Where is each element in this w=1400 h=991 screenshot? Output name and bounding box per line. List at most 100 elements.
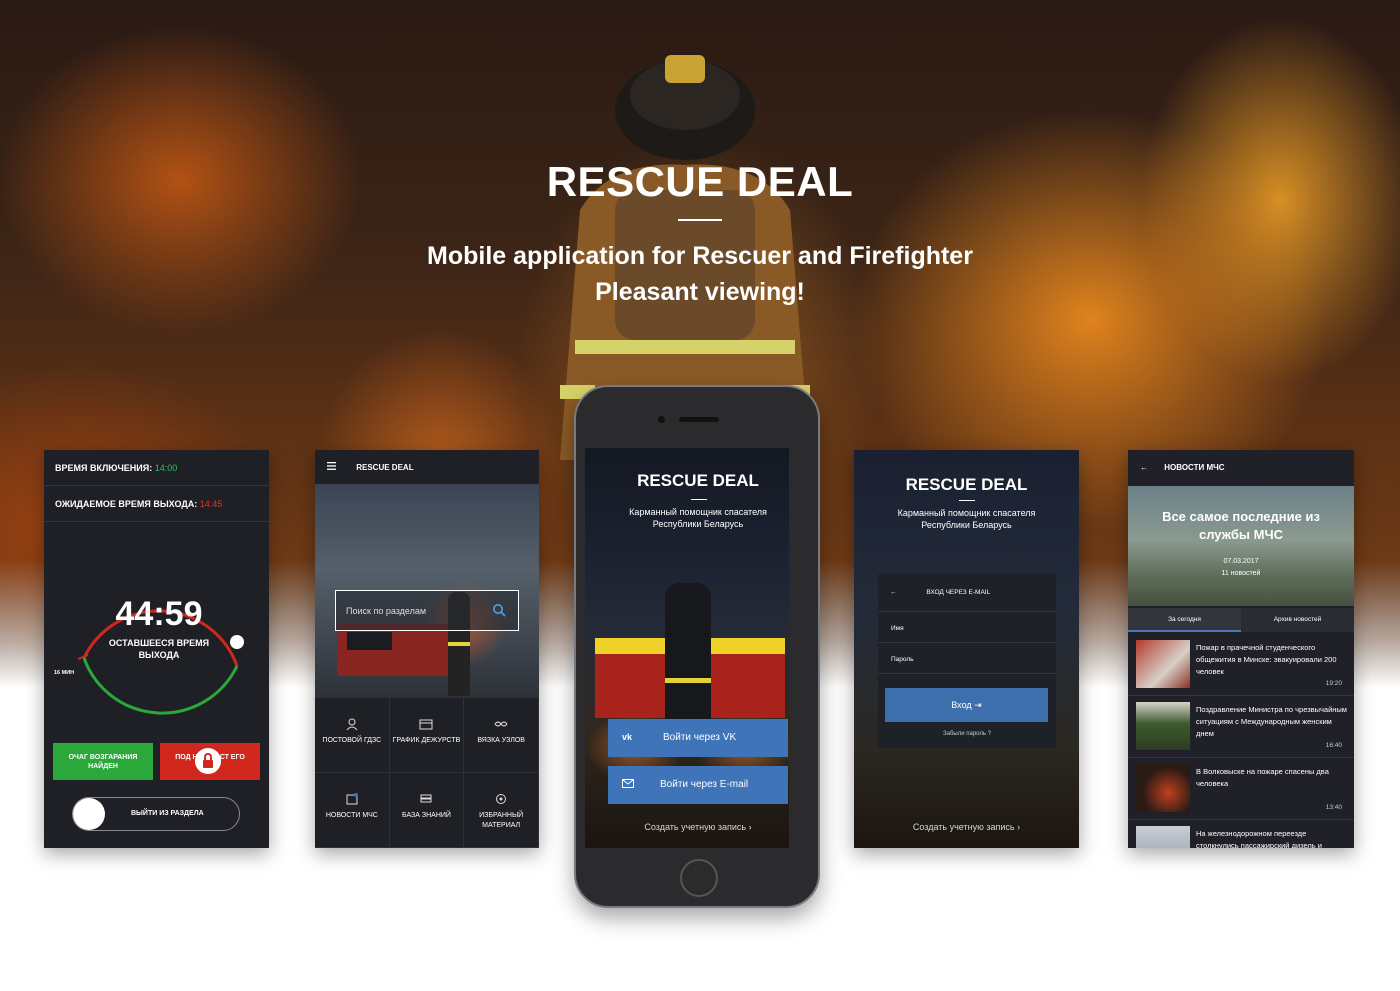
news-tabs: За сегодня Архив новостей bbox=[1128, 608, 1354, 632]
menu-screen: RESCUE DEAL Поиск по разделам ПОСТОВОЙ Г… bbox=[315, 450, 539, 848]
news-thumbnail bbox=[1136, 640, 1190, 688]
name-field[interactable]: Имя bbox=[878, 612, 1056, 643]
news-thumbnail bbox=[1136, 702, 1190, 750]
truck-image bbox=[337, 624, 457, 676]
menu-item-news[interactable]: НОВОСТИ МЧС bbox=[315, 773, 390, 848]
enter-icon: ⇥ bbox=[974, 700, 982, 710]
login-submit-button[interactable]: Вход ⇥ bbox=[885, 688, 1048, 722]
create-account-label: Создать учетную запись bbox=[912, 822, 1015, 832]
login-email-label: Войти через E-mail bbox=[660, 779, 749, 790]
menu-item-schedule[interactable]: ГРАФИК ДЕЖУРСТВ bbox=[389, 698, 465, 773]
login-app-title: RESCUE DEAL bbox=[905, 475, 1028, 494]
password-field-label: Пароль bbox=[891, 656, 914, 663]
menu-item-gdzs[interactable]: ПОСТОВОЙ ГДЗС bbox=[315, 698, 390, 773]
banner-date: 07.03.2017 bbox=[1223, 558, 1259, 565]
menu-item-label: ИЗБРАННЫЙ МАТЕРИАЛ bbox=[479, 812, 524, 829]
news-item-text: В Волковыске на пожаре спасены два челов… bbox=[1196, 767, 1329, 788]
exit-time-row: ОЖИДАЕМОЕ ВРЕМЯ ВЫХОДА: 14:45 bbox=[44, 486, 269, 522]
menu-item-label: ПОСТОВОЙ ГДЗС bbox=[322, 737, 382, 744]
create-account-link[interactable]: Создать учетную запись › bbox=[585, 822, 789, 832]
menu-item-favorites[interactable]: ИЗБРАННЫЙ МАТЕРИАЛ bbox=[464, 773, 539, 848]
login-screen: RESCUE DEAL Карманный помощник спасателя… bbox=[854, 450, 1079, 848]
login-email-button[interactable]: Войти через E-mail bbox=[608, 766, 788, 804]
welcome-title: RESCUE DEAL bbox=[637, 471, 759, 490]
timer-screen: ВРЕМЯ ВКЛЮЧЕНИЯ: 14:00 ОЖИДАЕМОЕ ВРЕМЯ В… bbox=[44, 450, 269, 848]
page-subtitle: Mobile application for Rescuer and Firef… bbox=[0, 238, 1400, 310]
menu-item-label: БАЗА ЗНАНИЙ bbox=[402, 812, 451, 819]
news-item[interactable]: Пожар в прачечной студенческого общежити… bbox=[1128, 634, 1354, 696]
welcome-screen: RESCUE DEAL Карманный помощник спасателя… bbox=[585, 448, 789, 848]
svg-text:vk: vk bbox=[622, 732, 633, 741]
books-icon bbox=[420, 794, 432, 803]
header-photo: Поиск по разделам bbox=[315, 484, 539, 698]
countdown-ring bbox=[77, 609, 244, 715]
banner-title-text: Все самое последние из службы МЧС bbox=[1162, 509, 1320, 542]
calendar-icon bbox=[419, 719, 433, 730]
password-field[interactable]: Пароль bbox=[878, 643, 1056, 674]
back-arrow-icon[interactable]: ← bbox=[1140, 463, 1148, 472]
exit-time-label: ОЖИДАЕМОЕ ВРЕМЯ ВЫХОДА: bbox=[55, 499, 198, 509]
form-header-label: ВХОД ЧЕРЕЗ E-MAIL bbox=[926, 589, 991, 596]
envelope-icon bbox=[622, 779, 634, 788]
forgot-password-link[interactable]: Забыли пароль ? bbox=[878, 731, 1056, 737]
news-item[interactable]: Поздравление Министра по чрезвычайным си… bbox=[1128, 696, 1354, 758]
title-divider bbox=[678, 219, 722, 221]
welcome-subtitle-text: Карманный помощник спасателя Республики … bbox=[629, 507, 767, 529]
countdown-caption: ОСТАВШЕЕСЯ ВРЕМЯ ВЫХОДА bbox=[44, 637, 269, 661]
news-item[interactable]: В Волковыске на пожаре спасены два челов… bbox=[1128, 758, 1354, 820]
name-field-label: Имя bbox=[891, 625, 904, 632]
start-time-label: ВРЕМЯ ВКЛЮЧЕНИЯ: bbox=[55, 463, 153, 473]
chevron-right-icon: › bbox=[748, 822, 752, 832]
lock-icon bbox=[195, 748, 221, 774]
banner-meta: 07.03.2017 11 новостей bbox=[1128, 556, 1354, 580]
login-vk-label: Войти через VK bbox=[663, 732, 737, 743]
chevron-right-icon: › bbox=[1017, 822, 1021, 832]
subtitle-line-1: Mobile application for Rescuer and Firef… bbox=[427, 242, 973, 270]
news-icon bbox=[346, 793, 358, 805]
countdown-caption-text: ОСТАВШЕЕСЯ ВРЕМЯ ВЫХОДА bbox=[108, 638, 210, 660]
news-banner: Все самое последние из службы МЧС 07.03.… bbox=[1128, 486, 1354, 606]
menu-item-label: ВЯЗКА УЗЛОВ bbox=[477, 737, 525, 744]
exit-section-label: ВЫЙТИ ИЗ РАЗДЕЛА bbox=[131, 810, 204, 817]
menu-header: RESCUE DEAL bbox=[315, 450, 539, 484]
news-item-text: На железнодорожном переезде столкнулись … bbox=[1196, 829, 1322, 848]
news-item-time: 16:40 bbox=[1325, 742, 1342, 749]
exit-time-value: 14:45 bbox=[199, 499, 223, 509]
welcome-divider bbox=[691, 499, 707, 500]
phone-mockup: RESCUE DEAL Карманный помощник спасателя… bbox=[574, 385, 820, 908]
start-time-value: 14:00 bbox=[154, 463, 178, 473]
countdown-time: 44:59 bbox=[115, 595, 203, 633]
search-icon[interactable] bbox=[492, 603, 506, 617]
knot-icon bbox=[494, 721, 508, 727]
hamburger-icon[interactable] bbox=[327, 462, 336, 472]
tab-archive[interactable]: Архив новостей bbox=[1241, 608, 1354, 632]
email-login-form: ← ВХОД ЧЕРЕЗ E-MAIL Имя Пароль Вход ⇥ За… bbox=[878, 574, 1056, 748]
news-title: НОВОСТИ МЧС bbox=[1164, 463, 1225, 472]
toggle-knob[interactable] bbox=[73, 798, 105, 830]
menu-item-knots[interactable]: ВЯЗКА УЗЛОВ bbox=[464, 698, 539, 773]
create-account-label: Создать учетную запись bbox=[644, 822, 747, 832]
min-marker: 16 МИН bbox=[54, 670, 75, 676]
start-time-row: ВРЕМЯ ВКЛЮЧЕНИЯ: 14:00 bbox=[44, 450, 269, 486]
menu-title: RESCUE DEAL bbox=[356, 463, 414, 472]
news-screen: ← НОВОСТИ МЧС Все самое последние из слу… bbox=[1128, 450, 1354, 848]
login-submit-label: Вход bbox=[951, 700, 972, 710]
fire-found-button[interactable]: ОЧАГ ВОЗГАРАНИЯ НАЙДЕН bbox=[53, 743, 153, 780]
back-arrow-icon[interactable]: ← bbox=[890, 589, 897, 596]
menu-item-knowledge[interactable]: БАЗА ЗНАНИЙ bbox=[389, 773, 465, 848]
tab-today[interactable]: За сегодня bbox=[1128, 608, 1241, 632]
search-input[interactable]: Поиск по разделам bbox=[335, 590, 519, 631]
phone-speaker bbox=[679, 417, 719, 422]
news-item-text: Пожар в прачечной студенческого общежити… bbox=[1196, 643, 1337, 676]
news-item-time: 19:20 bbox=[1325, 680, 1342, 687]
login-subtitle-text: Карманный помощник спасателя Республики … bbox=[897, 508, 1036, 530]
create-account-link[interactable]: Создать учетную запись › bbox=[854, 822, 1079, 832]
search-placeholder: Поиск по разделам bbox=[346, 606, 427, 616]
news-item[interactable]: На железнодорожном переезде столкнулись … bbox=[1128, 820, 1354, 848]
news-item-text: Поздравление Министра по чрезвычайным си… bbox=[1196, 705, 1347, 738]
login-vk-button[interactable]: vk Войти через VK bbox=[608, 719, 788, 757]
login-subtitle: Карманный помощник спасателя Республики … bbox=[854, 507, 1079, 531]
news-header: ← НОВОСТИ МЧС bbox=[1128, 450, 1354, 486]
login-divider bbox=[959, 500, 975, 501]
home-button[interactable] bbox=[680, 859, 718, 897]
